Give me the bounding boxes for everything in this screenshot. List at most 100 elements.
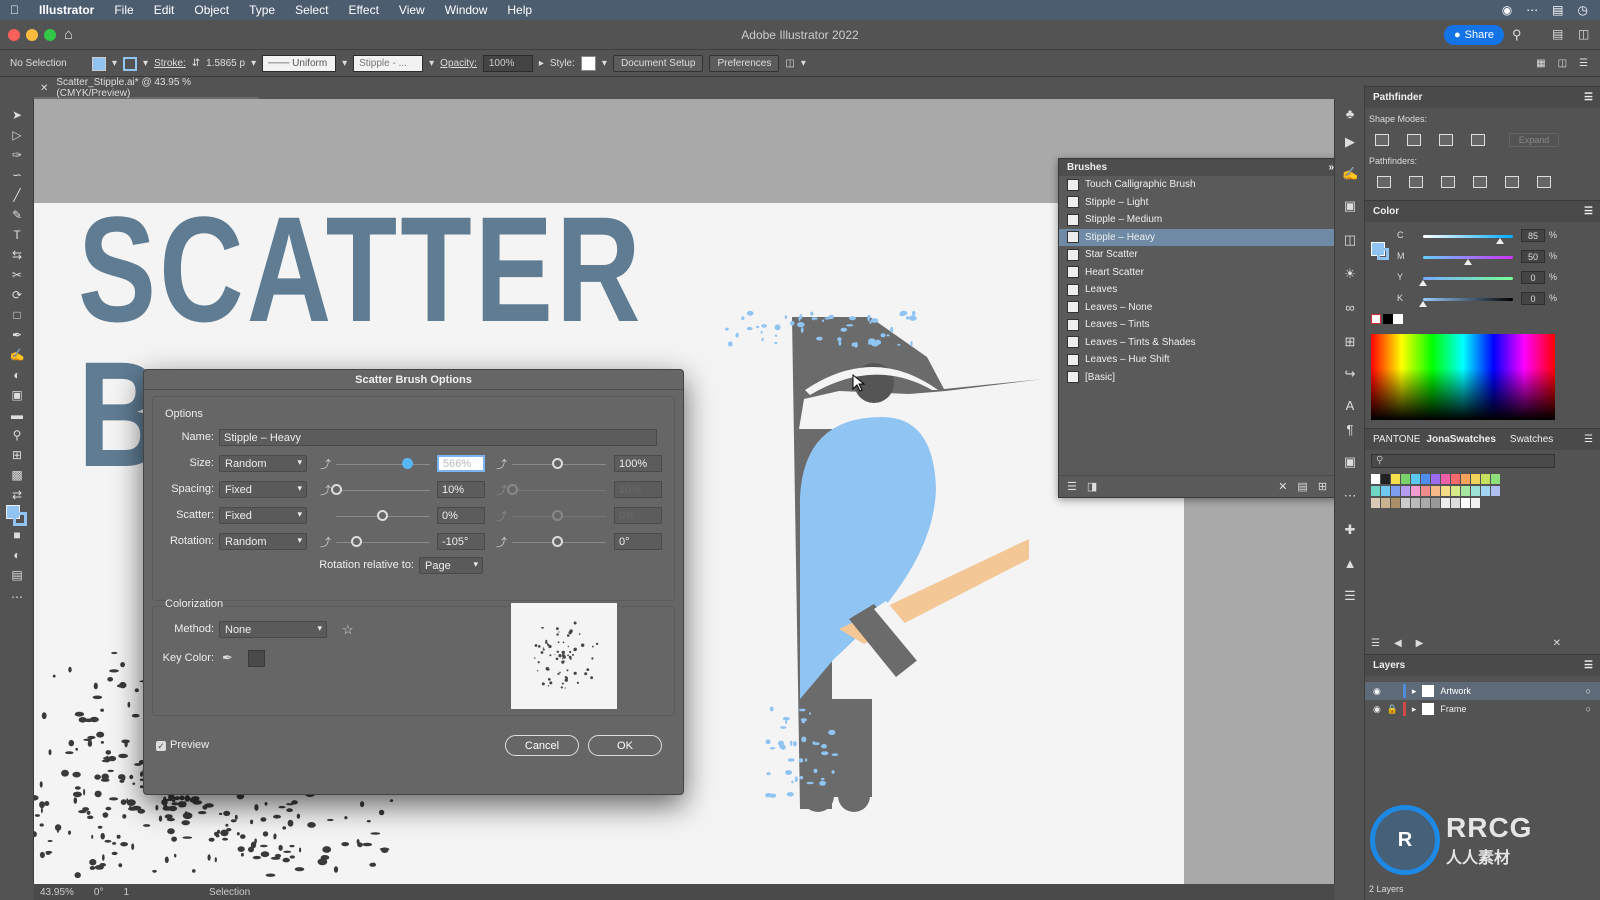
exclude-button[interactable] — [1471, 134, 1485, 146]
color-swatch[interactable] — [1451, 498, 1460, 508]
prev-icon[interactable]: ◀ — [1394, 638, 1402, 649]
line-tool-icon[interactable]: ╱ — [8, 187, 26, 203]
color-swatch[interactable] — [1401, 474, 1410, 484]
menu-view[interactable]: View — [389, 3, 435, 17]
screen-mode-icon[interactable]: ▤ — [8, 567, 26, 583]
rotation-view[interactable]: 0° — [94, 887, 104, 898]
key-color-swatch[interactable] — [248, 650, 265, 667]
brush-item[interactable]: Stipple – Medium~~~ — [1059, 211, 1359, 229]
rotation-min-slider-knob[interactable] — [351, 536, 362, 547]
zoom-tool-icon[interactable]: ⚲ — [8, 427, 26, 443]
color-spectrum[interactable] — [1371, 334, 1555, 420]
brush-item[interactable]: Stipple – Light~~~ — [1059, 194, 1359, 212]
rotation-mode-select[interactable]: Random ▾ — [219, 533, 307, 550]
chevron-down-icon[interactable]: ▾ — [342, 58, 347, 69]
color-swatch[interactable] — [1451, 474, 1460, 484]
color-swatch[interactable] — [1421, 498, 1430, 508]
size-max-input[interactable]: 100% — [614, 455, 662, 472]
link-icon[interactable]: ⤴ — [496, 456, 507, 472]
align-dock-icon[interactable]: ✚ — [1342, 523, 1358, 537]
link-icon[interactable]: ⤴ — [320, 456, 331, 472]
channel-value[interactable]: 0 — [1521, 271, 1545, 284]
color-swatch[interactable] — [1391, 474, 1400, 484]
style-swatch[interactable] — [580, 56, 596, 71]
clock-icon[interactable]: ◷ — [1578, 3, 1588, 17]
color-swatch[interactable] — [1411, 486, 1420, 496]
shape-builder-tool-icon[interactable]: ◐ — [8, 367, 26, 383]
brushes-dock-icon[interactable]: ✍ — [1342, 167, 1358, 181]
eye-icon[interactable]: ◉ — [1373, 686, 1381, 697]
color-swatch[interactable] — [1421, 486, 1430, 496]
transform-icon[interactable]: ◫ — [1558, 58, 1567, 69]
color-swatch[interactable] — [1481, 486, 1490, 496]
swap-fill-stroke-icon[interactable]: ⇄ — [8, 487, 26, 503]
character-icon[interactable]: A — [1342, 399, 1358, 413]
color-swatch[interactable] — [1431, 498, 1440, 508]
menu-app[interactable]: Illustrator — [29, 3, 104, 17]
free-transform-tool-icon[interactable]: □ — [8, 307, 26, 323]
panel-toggle-icon[interactable]: ◫ — [1578, 27, 1589, 41]
menu-select[interactable]: Select — [285, 3, 338, 17]
panel-menu-icon[interactable]: ☰ — [1584, 92, 1600, 103]
rotation-min-input[interactable]: -105° — [437, 533, 485, 550]
pen-tool-icon[interactable]: ✑ — [8, 147, 26, 163]
brush-folder-icon[interactable]: ◨ — [1087, 480, 1097, 493]
color-swatch[interactable] — [1471, 498, 1480, 508]
color-swatch[interactable] — [1471, 474, 1480, 484]
menu-edit[interactable]: Edit — [144, 3, 185, 17]
remove-stroke-icon[interactable]: ✕ — [1278, 480, 1287, 493]
paintbrush-tool-icon[interactable]: ✎ — [8, 207, 26, 223]
scissors-tool-icon[interactable]: ✂ — [8, 267, 26, 283]
outline-button[interactable] — [1505, 176, 1519, 188]
chevron-down-icon[interactable]: ▾ — [112, 58, 117, 69]
graph-tool-icon[interactable]: ▩ — [8, 467, 26, 483]
fill-swatch[interactable] — [92, 56, 106, 71]
next-icon[interactable]: ▶ — [1416, 638, 1424, 649]
size-mode-select[interactable]: Random ▾ — [219, 455, 307, 472]
links-icon[interactable]: ∞ — [1342, 301, 1358, 315]
channel-slider[interactable] — [1423, 298, 1513, 301]
brush-definition[interactable]: Stipple - ... — [353, 55, 424, 72]
cancel-button[interactable]: Cancel — [505, 735, 579, 756]
channel-value[interactable]: 85 — [1521, 229, 1545, 242]
lock-icon[interactable]: 🔒 — [1387, 704, 1398, 715]
merge-button[interactable] — [1441, 176, 1455, 188]
spacing-slider-knob[interactable] — [331, 484, 342, 495]
align-icon[interactable]: ▦ — [1536, 58, 1545, 69]
transform-dock-icon[interactable]: ⊞ — [1342, 335, 1358, 349]
color-swatch[interactable] — [1451, 486, 1460, 496]
spacing-mode-select[interactable]: Fixed ▾ — [219, 481, 307, 498]
brush-library-icon[interactable]: ☰ — [1067, 480, 1077, 493]
color-swatch[interactable] — [1461, 486, 1470, 496]
tab-swatches[interactable]: Swatches — [1510, 434, 1553, 445]
eraser-tool-icon[interactable]: ▬ — [8, 407, 26, 423]
swatch-library-icon[interactable]: ☰ — [1371, 638, 1380, 649]
close-icon[interactable]: ✕ — [1553, 638, 1561, 649]
channel-value[interactable]: 0 — [1521, 292, 1545, 305]
color-swatch[interactable] — [1381, 474, 1390, 484]
color-swatch[interactable] — [1441, 498, 1450, 508]
opacity-label[interactable]: Opacity: — [440, 58, 477, 69]
rotate-tool-icon[interactable]: ⟳ — [8, 287, 26, 303]
document-tab[interactable]: ✕ Scatter_Stipple.ai* @ 43.95 % (CMYK/Pr… — [34, 77, 259, 99]
type-tool-icon[interactable]: T — [8, 227, 26, 243]
chevron-right-icon[interactable]: ▸ — [1412, 686, 1417, 697]
crop-tool-icon[interactable]: ⊞ — [8, 447, 26, 463]
panel-menu-icon[interactable]: ☰ — [1584, 660, 1600, 671]
preferences-button[interactable]: Preferences — [709, 55, 780, 72]
stroke-color-box[interactable] — [13, 512, 27, 526]
rotation-max-slider-knob[interactable] — [552, 536, 563, 547]
minus-back-button[interactable] — [1537, 176, 1551, 188]
brush-item[interactable]: Stipple – Heavy~~~ — [1059, 228, 1359, 246]
brush-item[interactable]: Star Scatter~~~ — [1059, 246, 1359, 264]
control-center-icon[interactable]: ▤ — [1552, 3, 1563, 17]
opacity-input[interactable]: 100% — [482, 55, 533, 72]
menu-effect[interactable]: Effect — [338, 3, 388, 17]
ok-button[interactable]: OK — [588, 735, 662, 756]
close-tab-icon[interactable]: ✕ — [40, 83, 48, 94]
brush-item[interactable]: Leaves~~~ — [1059, 281, 1359, 299]
color-swatch[interactable] — [1441, 486, 1450, 496]
target-icon[interactable]: ○ — [1586, 686, 1600, 696]
brush-item[interactable]: Heart Scatter~~~ — [1059, 264, 1359, 282]
eye-icon[interactable]: ◉ — [1373, 704, 1381, 715]
